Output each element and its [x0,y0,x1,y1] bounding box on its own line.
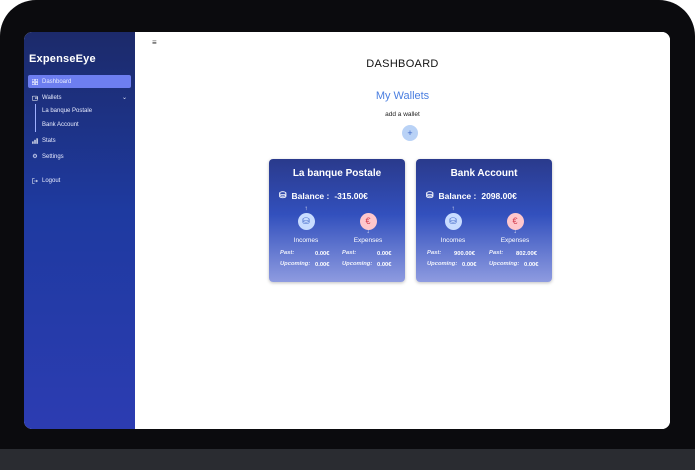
income-past-value: 900.00€ [454,251,475,257]
arrow-down-icon: ↓ [366,229,370,235]
income-past-row: Past: [280,250,294,256]
income-upcoming-row: Upcoming: [280,261,310,267]
expense-upcoming-value: 0.00€ [377,262,392,268]
incomes-label: Incomes [293,237,319,244]
wallet-name: La banque Postale [292,168,382,179]
sidebar-subitem-bank-account[interactable]: Bank Account [42,122,79,128]
stat-label: Past: [280,250,295,256]
wallet-name: Bank Account [450,168,518,179]
income-icon[interactable]: ↑ ⛁ [297,206,315,230]
stat-label: Past: [342,250,357,256]
balance-row: ⛁ Balance : 2098.00€ [426,190,517,201]
sidebar-item-label: Stats [42,137,56,144]
expense-past-value: 802.00€ [516,251,537,257]
brand-title: ExpenseEye [29,53,96,65]
incomes-column: ↑ ⛁ Incomes [423,206,483,244]
gear-icon: ⚙ [32,153,38,160]
chevron-down-icon[interactable]: ⌄ [122,94,127,101]
coins-icon: ⛁ [279,190,287,200]
subnav-divider [35,104,36,132]
expense-past-row: Past: [489,250,503,256]
expenses-column: € ↓ Expenses [485,211,545,244]
sidebar-item-label: Dashboard [42,78,72,85]
expense-past-value: 0.00€ [377,251,392,257]
balance-row: ⛁ Balance : -315.00€ [279,190,368,201]
expenses-label: Expenses [500,237,530,244]
expense-upcoming-value: 0.00€ [524,262,539,268]
page-title: DASHBOARD [366,58,439,70]
stat-label: Upcoming: [342,261,373,267]
sidebar-subitem-la-banque-postale[interactable]: La banque Postale [42,108,92,114]
expense-upcoming-row: Upcoming: [489,261,519,267]
wallet-icon [32,95,38,101]
income-icon[interactable]: ↑ ⛁ [444,206,462,230]
arrow-down-icon: ↓ [513,229,517,235]
expenses-column: € ↓ Expenses [338,211,398,244]
stat-label: Past: [489,250,504,256]
sidebar-item-label: Logout [42,177,61,184]
sidebar-item-label: Wallets [42,94,62,101]
expense-past-row: Past: [342,250,356,256]
laptop-base [0,449,695,470]
sidebar-item-settings[interactable]: ⚙ Settings [28,150,131,163]
logout-icon [32,178,38,184]
add-wallet-label: add a wallet [385,111,420,118]
expenses-label: Expenses [353,237,383,244]
coins-icon: ⛁ [426,190,434,200]
wallet-card[interactable]: La banque Postale ⛁ Balance : -315.00€ ↑… [269,159,405,282]
balance-label: Balance : [291,190,330,201]
stat-label: Past: [427,250,442,256]
income-upcoming-row: Upcoming: [427,261,457,267]
arrow-up-icon: ↑ [451,206,455,212]
income-upcoming-value: 0.00€ [315,262,330,268]
expense-upcoming-row: Upcoming: [342,261,372,267]
income-upcoming-value: 0.00€ [462,262,477,268]
stat-label: Upcoming: [489,261,520,267]
add-wallet-button[interactable]: + [402,125,418,141]
main-content: ≡ DASHBOARD My Wallets add a wallet + La… [135,32,670,429]
sidebar-item-wallets[interactable]: Wallets ⌄ [28,91,131,104]
incomes-label: Incomes [440,237,466,244]
wallets-heading: My Wallets [375,90,430,102]
menu-icon[interactable]: ≡ [152,38,157,47]
app-screen: ExpenseEye Dashboard Wallets ⌄ La banque… [24,32,670,429]
balance-label: Balance : [438,190,477,201]
expense-icon[interactable]: € ↓ [359,213,377,235]
sidebar-item-stats[interactable]: Stats [28,134,131,147]
income-past-value: 0.00€ [315,251,330,257]
income-past-row: Past: [427,250,441,256]
stat-label: Upcoming: [280,261,311,267]
expense-icon[interactable]: € ↓ [506,213,524,235]
balance-value: -315.00€ [334,190,368,201]
balance-value: 2098.00€ [481,190,517,201]
arrow-up-icon: ↑ [304,206,308,212]
grid-icon [32,78,38,85]
stat-label: Upcoming: [427,261,458,267]
sidebar-item-label: Settings [42,153,64,160]
sidebar-item-dashboard[interactable]: Dashboard [28,75,131,88]
incomes-column: ↑ ⛁ Incomes [276,206,336,244]
sidebar: ExpenseEye Dashboard Wallets ⌄ La banque… [24,32,135,429]
wallet-card[interactable]: Bank Account ⛁ Balance : 2098.00€ ↑ ⛁ Inc… [416,159,552,282]
sidebar-item-logout[interactable]: Logout [28,174,131,187]
chart-icon [32,137,38,144]
